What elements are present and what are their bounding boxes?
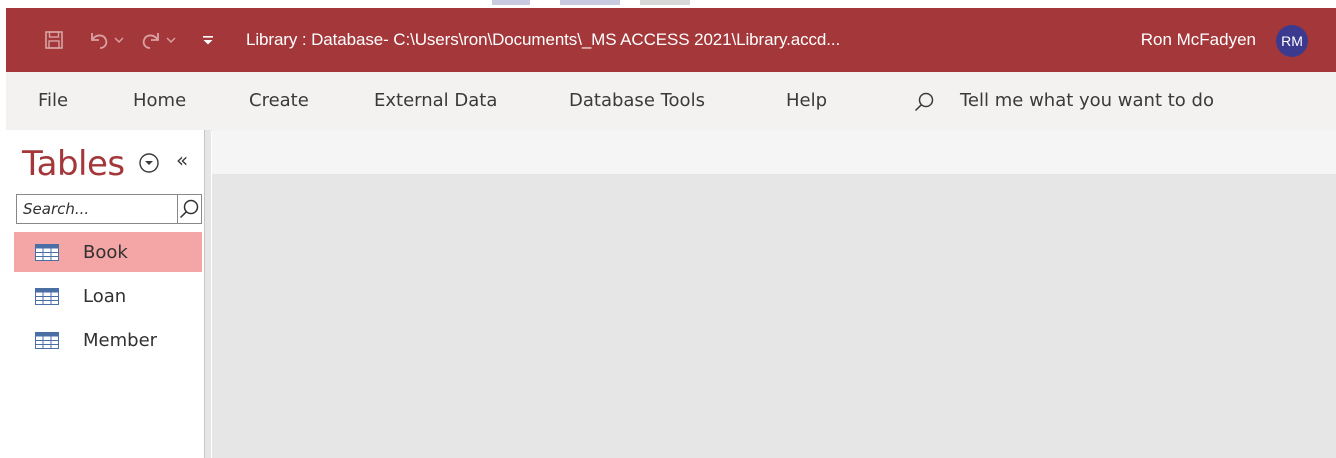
nav-item-label: Member [83, 329, 158, 351]
tab-home[interactable]: Home [133, 90, 186, 111]
nav-search-input[interactable] [17, 196, 177, 222]
tab-database-tools[interactable]: Database Tools [569, 90, 705, 111]
undo-icon[interactable] [86, 26, 112, 54]
redo-icon[interactable] [138, 26, 164, 54]
chevron-down-icon[interactable] [112, 26, 126, 54]
background-strip [0, 0, 1336, 8]
customize-quick-access-icon[interactable] [200, 26, 216, 54]
access-app-window: Library : Database- C:\Users\ron\Documen… [0, 0, 1336, 458]
navigation-pane: Tables « Search... Book Loan Member [6, 130, 211, 458]
user-name[interactable]: Ron McFadyen [1141, 30, 1256, 50]
workspace-area [212, 174, 1336, 458]
save-icon[interactable] [42, 26, 66, 54]
chevron-down-icon[interactable] [164, 26, 178, 54]
circle-chevron-down-icon[interactable] [138, 152, 160, 174]
nav-item-member[interactable]: Member [14, 320, 202, 360]
table-icon [34, 287, 60, 305]
nav-item-label: Loan [83, 285, 127, 307]
document-tab-strip [212, 130, 1336, 174]
background-shape [640, 0, 690, 5]
background-shape [492, 0, 530, 5]
background-shape [560, 0, 620, 5]
tab-help[interactable]: Help [786, 90, 827, 111]
ribbon-tabs: File Home Create External Data Database … [6, 72, 1336, 131]
tab-external-data[interactable]: External Data [374, 90, 497, 111]
nav-item-label: Book [83, 241, 128, 263]
window-title: Library : Database- C:\Users\ron\Documen… [246, 30, 841, 49]
tab-create[interactable]: Create [249, 90, 309, 111]
nav-search-box [16, 194, 202, 224]
quick-access-toolbar [42, 26, 216, 54]
avatar[interactable]: RM [1276, 25, 1308, 57]
collapse-pane-icon[interactable]: « [176, 148, 188, 172]
tell-me-search[interactable]: Tell me what you want to do [960, 90, 1214, 111]
magnifier-icon[interactable] [178, 195, 201, 223]
search-icon[interactable] [912, 90, 936, 114]
nav-item-loan[interactable]: Loan [14, 276, 202, 316]
table-icon [34, 331, 60, 349]
nav-item-book[interactable]: Book [14, 232, 202, 272]
table-icon [34, 243, 60, 261]
title-bar: Library : Database- C:\Users\ron\Documen… [6, 8, 1336, 72]
nav-pane-title[interactable]: Tables [22, 144, 125, 184]
tab-file[interactable]: File [38, 90, 68, 111]
